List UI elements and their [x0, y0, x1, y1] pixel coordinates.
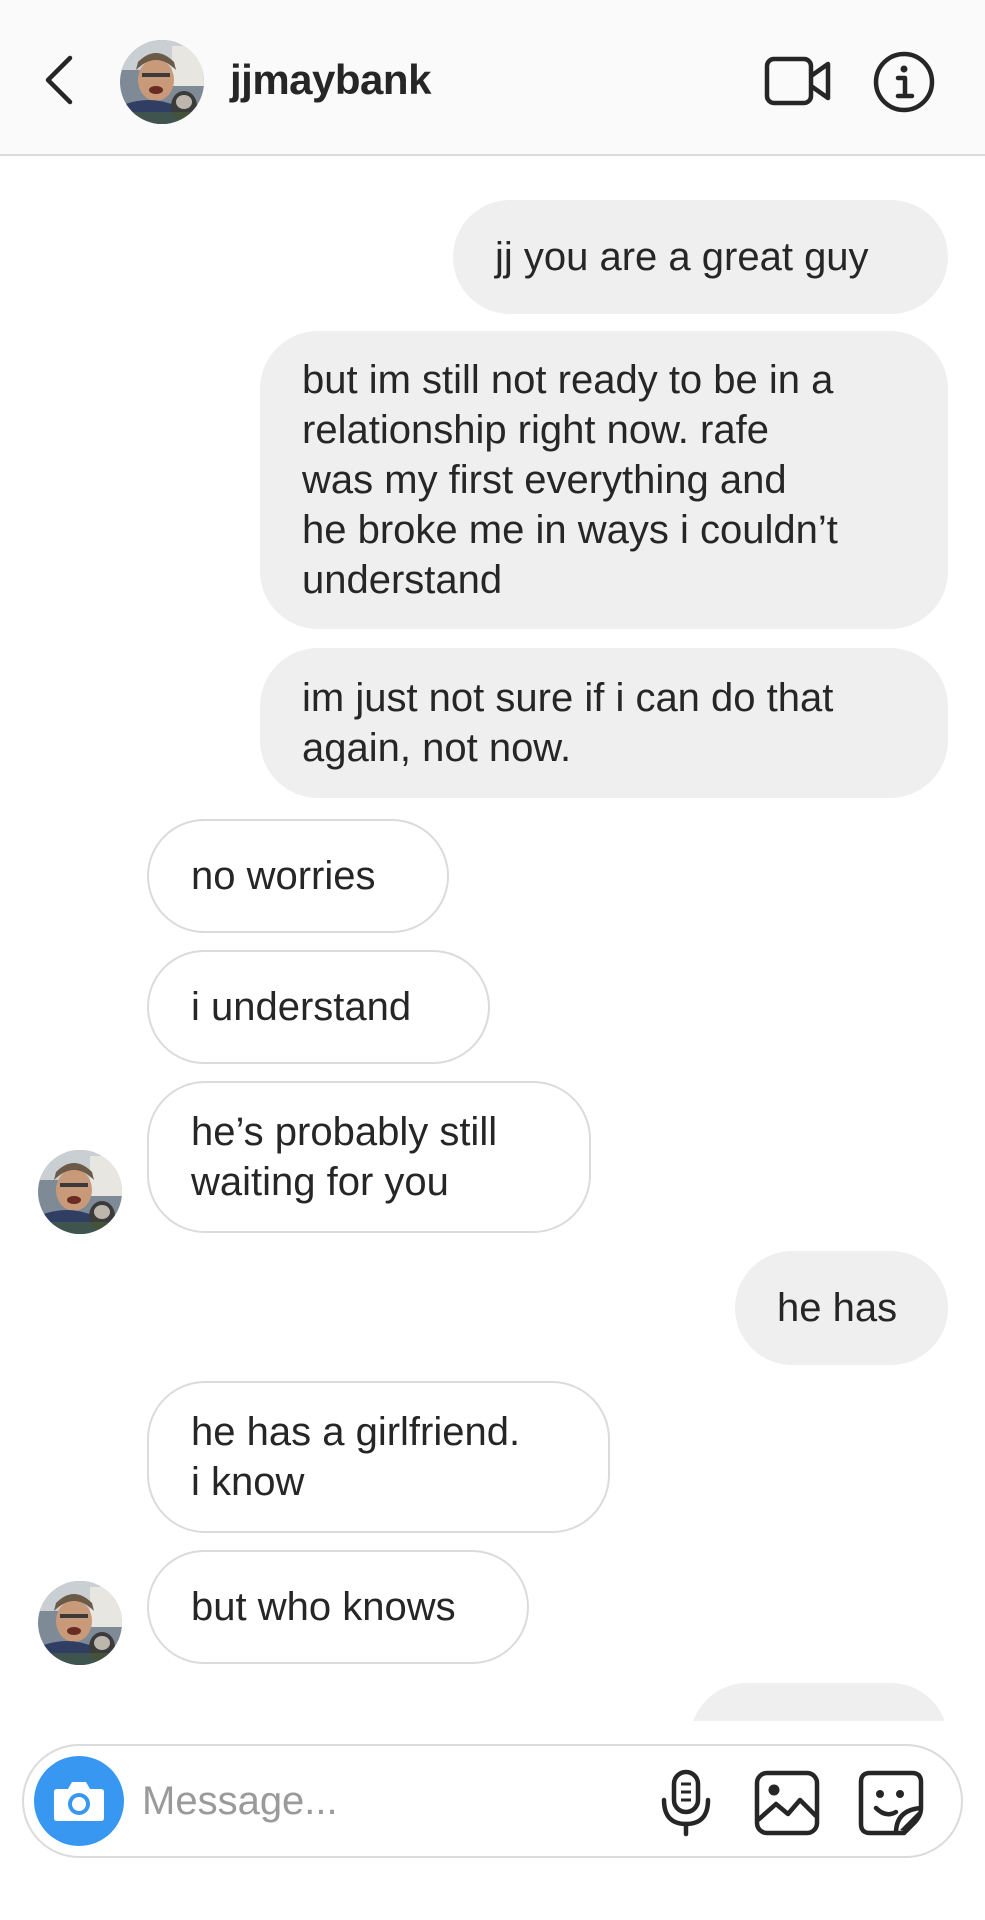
message-line: relationship right now. rafe — [302, 408, 769, 452]
video-camera-icon — [764, 56, 831, 106]
microphone-icon — [661, 1769, 711, 1837]
message-composer — [22, 1744, 963, 1858]
message-line: i know — [191, 1460, 305, 1504]
sent-message-bubble[interactable]: im just not sure if i can do that again,… — [260, 648, 948, 798]
message-line: but im still not ready to be in a — [302, 358, 834, 402]
message-input[interactable] — [142, 1766, 542, 1836]
chevron-left-icon — [45, 55, 73, 105]
camera-icon — [54, 1782, 104, 1821]
message-text: i understand — [191, 985, 412, 1029]
sticker-icon — [858, 1770, 924, 1836]
sent-message-bubble[interactable]: he has — [735, 1251, 948, 1365]
message-text: he has — [777, 1286, 898, 1330]
message-line: he has a girlfriend. — [191, 1410, 521, 1454]
camera-button[interactable] — [34, 1756, 124, 1846]
received-message-bubble[interactable]: no worries — [147, 819, 449, 933]
message-line: he’s probably still — [191, 1110, 498, 1154]
message-thread[interactable]: jj you are a great guy but im still not … — [0, 157, 985, 1721]
chat-header: jjmaybank — [0, 0, 985, 156]
sent-message-bubble[interactable]: jj you are a great guy — [453, 200, 948, 314]
received-message-bubble[interactable]: i understand — [147, 950, 490, 1064]
message-line: understand — [302, 558, 503, 602]
message-line: waiting for you — [191, 1160, 449, 1204]
avatar[interactable] — [120, 40, 204, 124]
message-line: im just not sure if i can do that — [302, 676, 834, 720]
message-line: again, not now. — [302, 726, 572, 770]
message-line: he broke me in ways i couldn’t — [302, 508, 838, 552]
gallery-button[interactable] — [752, 1768, 822, 1838]
message-text: jj you are a great guy — [495, 235, 869, 279]
info-icon — [873, 51, 935, 113]
back-button[interactable] — [30, 45, 86, 115]
received-message-bubble[interactable]: he has a girlfriend. i know — [147, 1381, 610, 1533]
chat-username[interactable]: jjmaybank — [230, 56, 431, 104]
video-call-button[interactable] — [762, 50, 834, 112]
message-line: was my first everything and — [302, 458, 787, 502]
sent-message-bubble[interactable] — [690, 1683, 948, 1721]
sticker-button[interactable] — [856, 1768, 926, 1838]
message-text: no worries — [191, 854, 376, 898]
sender-avatar[interactable] — [38, 1581, 122, 1665]
sender-avatar[interactable] — [38, 1150, 122, 1234]
message-text: but who knows — [191, 1585, 456, 1629]
received-message-bubble[interactable]: but who knows — [147, 1550, 529, 1664]
info-button[interactable] — [872, 50, 936, 114]
microphone-button[interactable] — [656, 1768, 716, 1838]
image-gallery-icon — [754, 1770, 820, 1836]
received-message-bubble[interactable]: he’s probably still waiting for you — [147, 1081, 591, 1233]
sent-message-bubble[interactable]: but im still not ready to be in a relati… — [260, 331, 948, 629]
